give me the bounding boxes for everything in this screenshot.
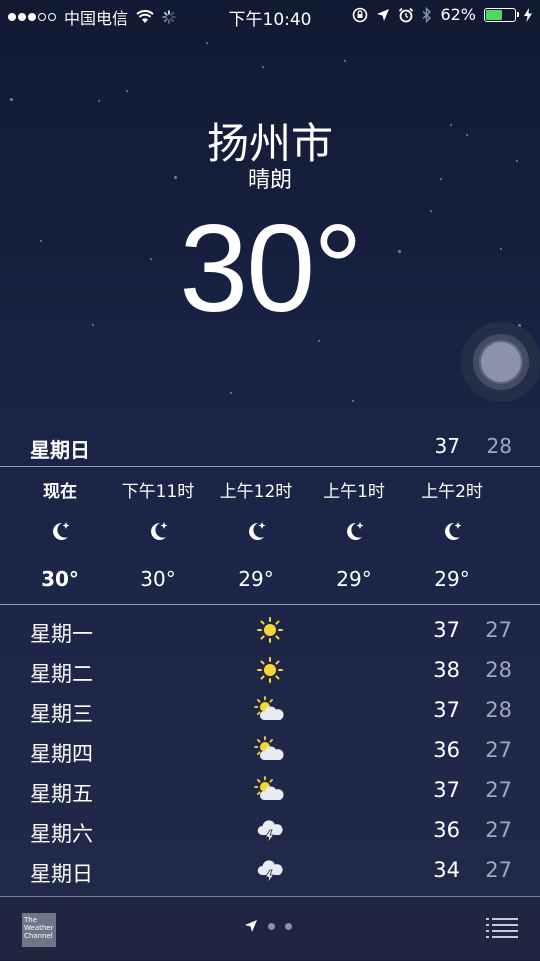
partly-cloudy-icon: [254, 696, 284, 720]
daily-day: 星期五: [30, 782, 93, 806]
daily-row: 星期四 36 27: [0, 730, 540, 770]
alarm-clock-icon: [399, 7, 414, 22]
hour-temp: 30°: [140, 567, 176, 591]
moon-star-icon: [151, 522, 168, 540]
today-high: 37: [434, 434, 460, 458]
daily-row: 星期五 37 27: [0, 770, 540, 810]
weather-channel-logo[interactable]: The Weather Channel: [22, 913, 56, 947]
daily-high: 37: [433, 778, 460, 802]
hour-temp: 30°: [41, 567, 79, 591]
status-bar: 中国电信 下午10:40 62%: [0, 0, 540, 30]
charging-bolt-icon: [524, 7, 532, 22]
current-condition: 晴朗: [247, 168, 292, 193]
thunderstorm-icon: [257, 860, 283, 884]
today-low: 28: [486, 434, 512, 458]
bluetooth-icon: [422, 6, 432, 23]
daily-high: 34: [433, 858, 460, 882]
partly-cloudy-icon: [254, 736, 284, 760]
daily-low: 27: [485, 618, 512, 642]
daily-day: 星期六: [30, 822, 93, 846]
sun-icon: [257, 657, 283, 683]
hour-label: 上: [505, 477, 540, 502]
orientation-lock-icon: [353, 7, 368, 22]
today-day: 星期日: [30, 438, 90, 462]
partly-cloudy-icon: [254, 776, 284, 800]
daily-row: 星期一 37 27: [0, 610, 540, 650]
daily-row: 星期六 36 27: [0, 810, 540, 850]
today-summary-row: 星期日 37 28: [0, 430, 540, 466]
daily-day: 星期二: [30, 662, 93, 686]
daily-row: 星期二 38 28: [0, 650, 540, 690]
daily-day: 星期三: [30, 702, 93, 726]
hourly-forecast-scroller[interactable]: 现在 30° 下午11时 30° 上午12时 29° 上午1时 29° 上午2时: [0, 467, 540, 604]
hour-temp: 29°: [434, 567, 470, 591]
location-arrow-icon: [377, 8, 390, 21]
hour-label: 上午2时: [421, 482, 483, 502]
daily-row: 星期三 37 28: [0, 690, 540, 730]
daily-low: 27: [485, 778, 512, 802]
daily-low: 27: [485, 738, 512, 762]
daily-high: 37: [433, 698, 460, 722]
moon-star-icon: [347, 522, 364, 540]
bottom-toolbar: The Weather Channel: [0, 896, 540, 961]
sun-icon: [257, 617, 283, 643]
battery-icon: [484, 7, 519, 22]
hour-temp: 2: [505, 567, 540, 591]
location-arrow-icon: [245, 920, 257, 932]
assistive-touch-button[interactable]: [461, 322, 540, 402]
page-indicator[interactable]: [244, 919, 292, 933]
divider: [0, 604, 540, 605]
thunderstorm-icon: [257, 820, 283, 844]
battery-percentage: 62%: [440, 5, 476, 24]
hour-temp: 29°: [336, 567, 372, 591]
daily-high: 38: [433, 658, 460, 682]
daily-high: 36: [433, 818, 460, 842]
daily-day: 星期一: [30, 622, 93, 646]
current-temperature: 30°: [179, 200, 363, 338]
daily-row: 星期日 34 27: [0, 850, 540, 890]
hour-label: 上午1时: [323, 482, 385, 502]
city-list-icon[interactable]: [486, 917, 518, 939]
daily-high: 37: [433, 618, 460, 642]
moon-star-icon: [53, 522, 70, 540]
page-dot: [268, 922, 275, 930]
hour-label: 下午11时: [121, 482, 195, 502]
daily-low: 28: [485, 658, 512, 682]
daily-day: 星期日: [30, 862, 93, 886]
daily-high: 36: [433, 738, 460, 762]
moon-star-icon: [249, 522, 266, 540]
hour-temp: 29°: [238, 567, 274, 591]
hour-label: 现在: [43, 482, 77, 502]
moon-star-icon: [445, 522, 462, 540]
page-dot: [285, 922, 292, 930]
hour-label: 上午12时: [219, 482, 293, 502]
daily-low: 28: [485, 698, 512, 722]
daily-day: 星期四: [30, 742, 93, 766]
daily-low: 27: [485, 858, 512, 882]
daily-low: 27: [485, 818, 512, 842]
